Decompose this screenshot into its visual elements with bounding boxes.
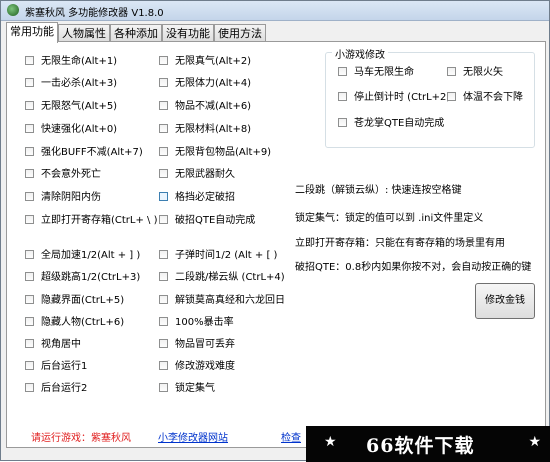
checkbox-box[interactable] — [25, 294, 34, 304]
update-link[interactable]: 检查 — [281, 429, 301, 444]
checkbox-box[interactable] — [159, 77, 168, 87]
checkbox-infinite-materials[interactable]: 无限材料(Alt+8) — [159, 123, 251, 137]
checkbox-box[interactable] — [447, 91, 456, 101]
checkbox-box[interactable] — [159, 100, 168, 110]
checkbox-global-speed[interactable]: 全局加速1/2(Alt + ] ) — [25, 249, 140, 263]
watermark-text: 66软件下载 — [366, 435, 475, 457]
checkbox-box[interactable] — [159, 214, 168, 224]
checkbox-block-break[interactable]: 格挡必定破招 — [159, 191, 235, 205]
checkbox-center-view[interactable]: 视角居中 — [25, 338, 81, 352]
checkbox-infinite-bag-items[interactable]: 无限背包物品(Alt+9) — [159, 146, 271, 160]
checkbox-game-difficulty[interactable]: 修改游戏难度 — [159, 360, 235, 374]
checkbox-unlock-skills[interactable]: 解锁莫高真经和六龙回日 — [159, 294, 285, 308]
checkbox-hide-ui[interactable]: 隐藏界面(CtrL+5) — [25, 294, 124, 308]
checkbox-box[interactable] — [25, 191, 34, 201]
checkbox-box[interactable] — [25, 382, 34, 392]
info-storage: 立即打开寄存箱：只能在有寄存箱的场景里有用 — [295, 238, 505, 249]
checkbox-stop-countdown[interactable]: 停止倒计时 (CtrL+2) — [338, 91, 450, 105]
tab-panel-common: 无限生命(Alt+1) 一击必杀(Alt+3) 无限怒气(Alt+5) 快速强化… — [6, 41, 546, 448]
checkbox-box[interactable] — [25, 100, 34, 110]
checkbox-qte-auto[interactable]: 破招QTE自动完成 — [159, 214, 255, 228]
site-link[interactable]: 小李修改器网站 — [158, 429, 228, 444]
checkbox-one-hit-kill[interactable]: 一击必杀(Alt+3) — [25, 77, 117, 91]
tab-common[interactable]: 常用功能 — [6, 22, 58, 43]
checkbox-double-jump[interactable]: 二段跳/梯云纵 (CtrL+4) — [159, 271, 285, 285]
window-title: 紫塞秋风 多功能修改器 V1.8.0 — [25, 8, 164, 19]
checkbox-box[interactable] — [25, 168, 34, 178]
tab-add[interactable]: 各种添加 — [110, 24, 162, 42]
checkbox-box[interactable] — [159, 360, 168, 370]
checkbox-box[interactable] — [159, 294, 168, 304]
checkbox-infinite-rage[interactable]: 无限怒气(Alt+5) — [25, 100, 117, 114]
tab-character[interactable]: 人物属性 — [58, 24, 110, 42]
checkbox-hide-character[interactable]: 隐藏人物(CtrL+6) — [25, 316, 124, 330]
checkbox-background-run-1[interactable]: 后台运行1 — [25, 360, 87, 374]
checkbox-box[interactable] — [159, 249, 168, 259]
checkbox-box[interactable] — [25, 338, 34, 348]
checkbox-box[interactable] — [159, 168, 168, 178]
checkbox-box[interactable] — [25, 55, 34, 65]
checkbox-no-accidental-death[interactable]: 不会意外死亡 — [25, 168, 101, 182]
checkbox-infinite-hp[interactable]: 无限生命(Alt+1) — [25, 55, 117, 69]
checkbox-box[interactable] — [25, 271, 34, 281]
checkbox-super-jump[interactable]: 超级跳高1/2(CtrL+3) — [25, 271, 140, 285]
checkbox-items-no-decrease[interactable]: 物品不减(Alt+6) — [159, 100, 251, 114]
info-lock-charge: 锁定集气：锁定的值可以到 .ini文件里定义 — [295, 213, 484, 224]
checkbox-bullet-time[interactable]: 子弹时间1/2 (Alt + [ ) — [159, 249, 277, 263]
checkbox-box[interactable] — [159, 338, 168, 348]
checkbox-background-run-2[interactable]: 后台运行2 — [25, 382, 87, 396]
checkbox-lock-charge[interactable]: 锁定集气 — [159, 382, 215, 396]
checkbox-box[interactable] — [338, 91, 347, 101]
checkbox-infinite-durability[interactable]: 无限武器耐久 — [159, 168, 235, 182]
checkbox-box[interactable] — [25, 214, 34, 224]
checkbox-clear-internal-injury[interactable]: 清除阴阳内伤 — [25, 191, 101, 205]
title-bar: 紫塞秋风 多功能修改器 V1.8.0 — [1, 1, 549, 21]
checkbox-crit-rate[interactable]: 100%暴击率 — [159, 316, 234, 330]
checkbox-fast-enhance[interactable]: 快速强化(Alt+0) — [25, 123, 117, 137]
info-double-jump: 二段跳（解锁云纵）: 快速连按空格键 — [295, 185, 462, 196]
tab-none[interactable]: 没有功能 — [162, 24, 214, 42]
app-window: 紫塞秋风 多功能修改器 V1.8.0 常用功能 人物属性 各种添加 没有功能 使… — [0, 0, 550, 462]
checkbox-box[interactable] — [25, 146, 34, 156]
checkbox-infinite-arrows[interactable]: 无限火矢 — [447, 66, 503, 80]
checkbox-box[interactable] — [25, 123, 34, 133]
checkbox-open-storage[interactable]: 立即打开寄存箱(CtrL+ \ ) — [25, 214, 158, 228]
checkbox-box[interactable] — [159, 55, 168, 65]
checkbox-box[interactable] — [25, 316, 34, 326]
tab-usage[interactable]: 使用方法 — [214, 24, 266, 42]
checkbox-box[interactable] — [159, 316, 168, 326]
checkbox-box[interactable] — [447, 66, 456, 76]
modify-money-button[interactable]: 修改金钱 — [475, 283, 535, 319]
checkbox-box[interactable] — [25, 249, 34, 259]
checkbox-box[interactable] — [159, 382, 168, 392]
checkbox-box[interactable] — [338, 117, 347, 127]
minigame-group: 小游戏修改 马车无限生命 无限火矢 停止倒计时 (CtrL+2) 体温不会下降 … — [325, 46, 535, 148]
minigame-group-title: 小游戏修改 — [332, 46, 388, 61]
checkbox-box[interactable] — [25, 360, 34, 370]
checkbox-carriage-hp[interactable]: 马车无限生命 — [338, 66, 414, 80]
checkbox-box[interactable] — [159, 146, 168, 156]
checkbox-infinite-stamina[interactable]: 无限体力(Alt+4) — [159, 77, 251, 91]
checkbox-temperature-lock[interactable]: 体温不会下降 — [447, 91, 523, 105]
checkbox-buff-no-decay[interactable]: 强化BUFF不减(Alt+7) — [25, 146, 143, 160]
info-qte: 破招QTE：0.8秒内如果你按不对，会自动按正确的键 — [295, 262, 532, 273]
star-icon: ★ — [324, 434, 337, 450]
checkbox-box[interactable] — [159, 191, 168, 201]
checkbox-infinite-qi[interactable]: 无限真气(Alt+2) — [159, 55, 251, 69]
app-icon — [7, 4, 19, 16]
watermark-banner: ★ 66软件下载 ★ — [306, 426, 550, 462]
checkbox-box[interactable] — [159, 123, 168, 133]
star-icon: ★ — [528, 434, 541, 450]
checkbox-dragon-palm-qte[interactable]: 苍龙掌QTE自动完成 — [338, 117, 444, 131]
checkbox-box[interactable] — [338, 66, 347, 76]
checkbox-box[interactable] — [25, 77, 34, 87]
checkbox-items-droppable[interactable]: 物品冒可丢弃 — [159, 338, 235, 352]
checkbox-box[interactable] — [159, 271, 168, 281]
run-game-label: 请运行游戏：紫塞秋风 — [31, 433, 131, 444]
